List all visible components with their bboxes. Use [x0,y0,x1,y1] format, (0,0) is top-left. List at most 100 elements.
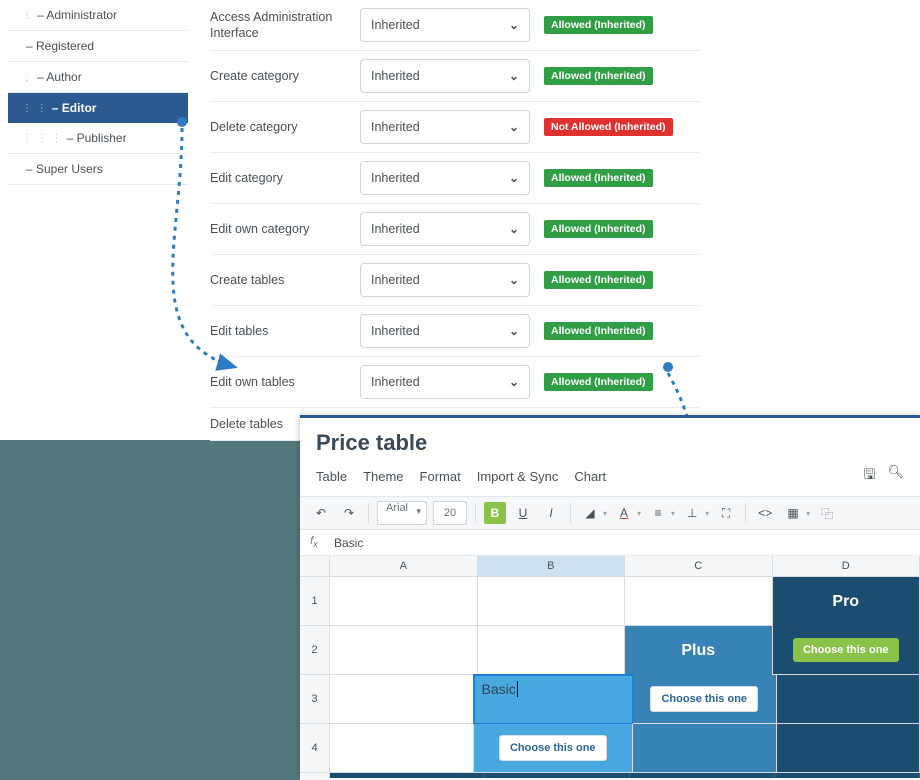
col-header-c[interactable]: C [625,556,773,576]
permission-row: Edit categoryInherited⌄Allowed (Inherite… [210,153,700,204]
permission-row: Create tablesInherited⌄Allowed (Inherite… [210,255,700,306]
choose-button-pro[interactable]: Choose this one [793,638,899,662]
menu-bar: Table Theme Format Import & Sync Chart 🖫… [300,460,920,496]
choose-button-basic[interactable]: Choose this one [499,735,607,761]
font-family-select[interactable]: Arial [377,501,427,525]
cell[interactable] [330,675,474,724]
permission-row: Edit tablesInherited⌄Allowed (Inherited) [210,306,700,357]
permission-label: Access Administration Interface [210,9,360,42]
underline-button[interactable]: U [512,502,534,524]
permission-row: Delete categoryInherited⌄Not Allowed (In… [210,102,700,153]
cell-basic-title[interactable]: Basic [474,675,634,724]
sidebar-item-author[interactable]: ⋮– Author [8,62,188,93]
cell-pro-cta[interactable]: Choose this one [773,626,920,675]
chevron-down-icon: ⌄ [509,366,519,398]
row-header[interactable]: 2 [300,626,330,675]
row-header[interactable]: 4 [300,724,330,773]
permission-select[interactable]: Inherited⌄ [360,263,530,297]
merge-button[interactable]: ⿻ [816,502,838,524]
bold-button[interactable]: B [484,502,506,524]
font-size-input[interactable]: 20 [433,501,467,525]
sidebar-item-superusers[interactable]: – Super Users [8,154,188,185]
chevron-down-icon: ⌄ [509,264,519,296]
permission-status-badge: Allowed (Inherited) [544,373,653,391]
choose-button-plus[interactable]: Choose this one [650,686,758,712]
permission-select[interactable]: Inherited⌄ [360,59,530,93]
permission-status-badge: Allowed (Inherited) [544,16,653,34]
cell-domain-basic[interactable]: 1 included [485,773,630,778]
permission-select[interactable]: Inherited⌄ [360,212,530,246]
sidebar-item-label: – Administrator [37,8,117,22]
cell[interactable] [330,626,478,675]
chevron-down-icon: ⌄ [509,111,519,143]
permission-select[interactable]: Inherited⌄ [360,8,530,42]
cell[interactable] [633,724,777,773]
redo-icon[interactable]: ↷ [338,502,360,524]
cell[interactable] [330,577,478,626]
permission-label: Create category [210,68,360,84]
cell[interactable] [777,724,920,773]
permission-status-badge: Allowed (Inherited) [544,67,653,85]
cell[interactable] [478,626,626,675]
sidebar-item-label: – Super Users [26,162,103,176]
menu-theme[interactable]: Theme [363,469,403,484]
permission-row: Access Administration InterfaceInherited… [210,0,700,51]
row-header[interactable]: 3 [300,675,330,724]
permission-label: Edit category [210,170,360,186]
sidebar-item-publisher[interactable]: ⋮ ⋮ ⋮ – Publisher [8,123,188,154]
permission-row: Edit own categoryInherited⌄Allowed (Inhe… [210,204,700,255]
sidebar-item-label: – Publisher [67,131,127,145]
col-header-a[interactable]: A [330,556,478,576]
permissions-panel: ⋮– Administrator – Registered ⋮– Author … [0,0,710,420]
menu-import-sync[interactable]: Import & Sync [477,469,559,484]
permission-select[interactable]: Inherited⌄ [360,110,530,144]
italic-button[interactable]: I [540,502,562,524]
sidebar-item-administrator[interactable]: ⋮ – Administrator [8,0,188,31]
row-header[interactable]: 1 [300,577,330,626]
undo-icon[interactable]: ↶ [310,502,332,524]
cell-basic-cta[interactable]: Choose this one [474,724,634,773]
cell-plus-title[interactable]: Plus [625,626,773,675]
valign-button[interactable]: ⊥ [681,502,703,524]
menu-table[interactable]: Table [316,469,347,484]
permission-status-badge: Allowed (Inherited) [544,220,653,238]
permission-select[interactable]: Inherited⌄ [360,161,530,195]
cell-plus-cta[interactable]: Choose this one [633,675,777,724]
cell[interactable] [478,577,626,626]
sidebar-item-registered[interactable]: – Registered [8,31,188,62]
cell-pro-title[interactable]: Pro [773,577,920,626]
fx-icon: fx [300,535,328,549]
drag-handle-icon: ⋮ ⋮ ⋮ [22,133,63,144]
chevron-down-icon: ⌄ [509,315,519,347]
row-header[interactable]: 5 [300,773,330,778]
search-icon[interactable]: 🔍︎ [887,464,904,488]
fill-color-button[interactable]: ◢ [579,502,601,524]
basic-text: Basic [482,681,516,697]
borders-button[interactable]: ▦ [782,502,804,524]
text-color-button[interactable]: A [613,502,635,524]
col-header-b[interactable]: B [478,556,626,576]
drag-handle-icon: ⋮ [22,10,33,21]
save-icon[interactable]: 🖫 [864,464,876,488]
expand-button[interactable]: ⛶ [715,502,737,524]
toolbar: ↶ ↷ Arial 20 B U I ◢▾ A▾ ≡▾ ⊥▾ ⛶ <> ▦▾ ⿻ [300,496,920,530]
align-button[interactable]: ≡ [647,502,669,524]
cell-domain-label[interactable]: Domain [330,773,485,778]
formula-bar[interactable]: fx Basic [300,530,920,556]
sidebar-item-editor[interactable]: ⋮ ⋮– Editor [8,93,188,123]
permission-select[interactable]: Inherited⌄ [360,365,530,399]
cell[interactable] [625,577,773,626]
col-header-d[interactable]: D [773,556,920,576]
code-button[interactable]: <> [754,502,776,524]
permission-row: Create categoryInherited⌄ Allowed (Inheri… [210,51,700,102]
menu-format[interactable]: Format [420,469,461,484]
select-all-corner[interactable] [300,556,330,576]
cell-domain-plus[interactable]: 2 included [630,773,775,778]
cell[interactable] [777,675,920,724]
cell-domain-pro[interactable]: 10 included [775,773,920,778]
formula-value[interactable]: Basic [328,536,920,550]
cell[interactable] [330,724,474,773]
menu-chart[interactable]: Chart [574,469,606,484]
permission-select[interactable]: Inherited⌄ [360,314,530,348]
sidebar-item-label: – Registered [26,39,94,53]
